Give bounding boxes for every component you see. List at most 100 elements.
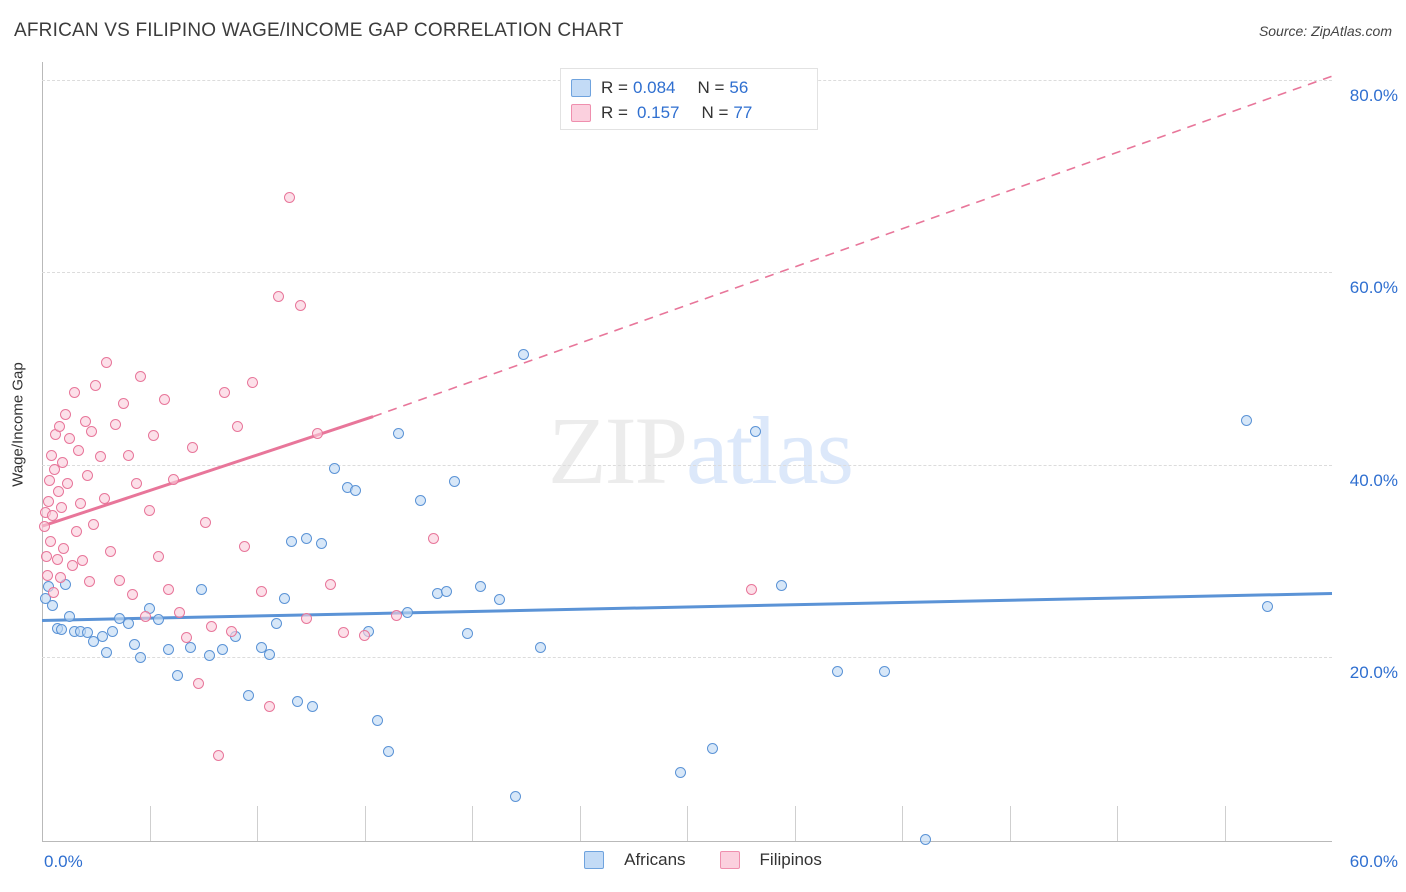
scatter-point-blue[interactable] bbox=[128, 638, 140, 650]
legend-item-filipinos[interactable]: Filipinos bbox=[719, 850, 822, 870]
scatter-point-pink[interactable] bbox=[58, 542, 69, 554]
scatter-point-pink[interactable] bbox=[232, 420, 244, 432]
scatter-point-pink[interactable] bbox=[337, 627, 349, 639]
scatter-point-pink[interactable] bbox=[118, 397, 130, 409]
scatter-point-pink[interactable] bbox=[101, 357, 112, 369]
scatter-point-pink[interactable] bbox=[113, 574, 125, 586]
scatter-point-pink[interactable] bbox=[126, 588, 138, 600]
scatter-point-pink[interactable] bbox=[294, 299, 306, 311]
scatter-point-blue[interactable] bbox=[675, 766, 687, 778]
scatter-point-pink[interactable] bbox=[94, 451, 106, 463]
scatter-point-blue[interactable] bbox=[242, 689, 254, 701]
scatter-point-pink[interactable] bbox=[98, 492, 110, 504]
scatter-point-pink[interactable] bbox=[238, 540, 250, 552]
scatter-point-blue[interactable] bbox=[55, 623, 67, 635]
scatter-point-pink[interactable] bbox=[359, 630, 370, 642]
scatter-point-pink[interactable] bbox=[45, 536, 57, 548]
scatter-point-pink[interactable] bbox=[212, 749, 224, 761]
scatter-point-pink[interactable] bbox=[42, 495, 54, 507]
scatter-point-pink[interactable] bbox=[148, 430, 160, 442]
scatter-point-pink[interactable] bbox=[255, 586, 267, 598]
scatter-point-pink[interactable] bbox=[105, 545, 117, 557]
scatter-point-blue[interactable] bbox=[184, 641, 196, 653]
scatter-point-pink[interactable] bbox=[53, 420, 65, 432]
scatter-point-pink[interactable] bbox=[159, 393, 171, 405]
scatter-point-blue[interactable] bbox=[47, 599, 59, 611]
scatter-point-blue[interactable] bbox=[414, 494, 426, 506]
scatter-point-pink[interactable] bbox=[163, 584, 175, 596]
scatter-point-pink[interactable] bbox=[300, 613, 312, 625]
scatter-point-blue[interactable] bbox=[462, 628, 474, 640]
scatter-point-blue[interactable] bbox=[518, 348, 530, 360]
scatter-point-blue[interactable] bbox=[264, 648, 276, 660]
scatter-point-blue[interactable] bbox=[449, 475, 461, 487]
scatter-point-blue[interactable] bbox=[535, 641, 547, 653]
scatter-point-blue[interactable] bbox=[122, 617, 134, 629]
scatter-point-pink[interactable] bbox=[38, 520, 50, 532]
scatter-point-blue[interactable] bbox=[1240, 414, 1252, 426]
scatter-point-pink[interactable] bbox=[40, 550, 52, 562]
scatter-point-pink[interactable] bbox=[46, 449, 58, 461]
scatter-point-blue[interactable] bbox=[776, 580, 788, 592]
scatter-point-blue[interactable] bbox=[1262, 600, 1273, 612]
scatter-point-pink[interactable] bbox=[68, 387, 80, 399]
scatter-point-pink[interactable] bbox=[152, 550, 164, 562]
scatter-point-pink[interactable] bbox=[283, 191, 295, 203]
scatter-point-blue[interactable] bbox=[135, 652, 147, 664]
scatter-point-pink[interactable] bbox=[139, 611, 151, 623]
scatter-point-blue[interactable] bbox=[152, 613, 164, 625]
scatter-point-blue[interactable] bbox=[270, 617, 282, 629]
scatter-point-blue[interactable] bbox=[285, 536, 297, 548]
scatter-point-pink[interactable] bbox=[79, 415, 91, 427]
scatter-point-blue[interactable] bbox=[879, 665, 891, 677]
scatter-point-pink[interactable] bbox=[391, 610, 403, 622]
scatter-point-pink[interactable] bbox=[55, 502, 67, 514]
scatter-point-pink[interactable] bbox=[219, 387, 231, 399]
scatter-point-pink[interactable] bbox=[88, 518, 100, 530]
scatter-point-pink[interactable] bbox=[311, 428, 323, 440]
scatter-point-blue[interactable] bbox=[316, 538, 327, 550]
scatter-point-pink[interactable] bbox=[174, 607, 186, 619]
scatter-point-blue[interactable] bbox=[292, 695, 304, 707]
scatter-point-pink[interactable] bbox=[131, 478, 143, 490]
scatter-point-pink[interactable] bbox=[187, 441, 198, 453]
scatter-point-pink[interactable] bbox=[167, 473, 179, 485]
scatter-point-blue[interactable] bbox=[171, 669, 183, 681]
scatter-point-blue[interactable] bbox=[300, 533, 312, 545]
scatter-point-blue[interactable] bbox=[475, 581, 487, 593]
scatter-point-blue[interactable] bbox=[107, 626, 119, 638]
scatter-point-pink[interactable] bbox=[122, 449, 134, 461]
scatter-point-blue[interactable] bbox=[393, 428, 405, 440]
scatter-point-pink[interactable] bbox=[273, 290, 284, 302]
scatter-point-pink[interactable] bbox=[56, 457, 68, 469]
scatter-point-blue[interactable] bbox=[382, 745, 394, 757]
scatter-point-pink[interactable] bbox=[264, 700, 276, 712]
scatter-point-pink[interactable] bbox=[109, 418, 121, 430]
scatter-point-pink[interactable] bbox=[73, 444, 85, 456]
scatter-point-pink[interactable] bbox=[51, 554, 63, 566]
scatter-point-pink[interactable] bbox=[75, 497, 87, 509]
scatter-point-pink[interactable] bbox=[85, 425, 97, 437]
scatter-point-pink[interactable] bbox=[746, 584, 757, 596]
legend-item-africans[interactable]: Africans bbox=[584, 850, 686, 870]
scatter-point-pink[interactable] bbox=[77, 555, 89, 567]
scatter-point-blue[interactable] bbox=[96, 631, 108, 643]
scatter-point-blue[interactable] bbox=[163, 643, 175, 655]
scatter-point-blue[interactable] bbox=[101, 646, 112, 658]
scatter-point-blue[interactable] bbox=[440, 586, 452, 598]
scatter-point-pink[interactable] bbox=[324, 579, 336, 591]
scatter-point-pink[interactable] bbox=[199, 516, 211, 528]
scatter-point-pink[interactable] bbox=[247, 377, 259, 389]
scatter-point-blue[interactable] bbox=[328, 463, 340, 474]
scatter-point-pink[interactable] bbox=[144, 505, 155, 517]
scatter-point-pink[interactable] bbox=[52, 486, 64, 498]
scatter-point-pink[interactable] bbox=[180, 632, 192, 644]
scatter-point-blue[interactable] bbox=[920, 834, 932, 846]
scatter-point-pink[interactable] bbox=[70, 526, 82, 538]
scatter-point-blue[interactable] bbox=[195, 584, 207, 596]
scatter-point-pink[interactable] bbox=[90, 380, 102, 392]
scatter-point-blue[interactable] bbox=[707, 742, 719, 754]
scatter-point-blue[interactable] bbox=[279, 592, 291, 604]
scatter-point-pink[interactable] bbox=[64, 433, 76, 445]
scatter-point-blue[interactable] bbox=[204, 649, 216, 661]
